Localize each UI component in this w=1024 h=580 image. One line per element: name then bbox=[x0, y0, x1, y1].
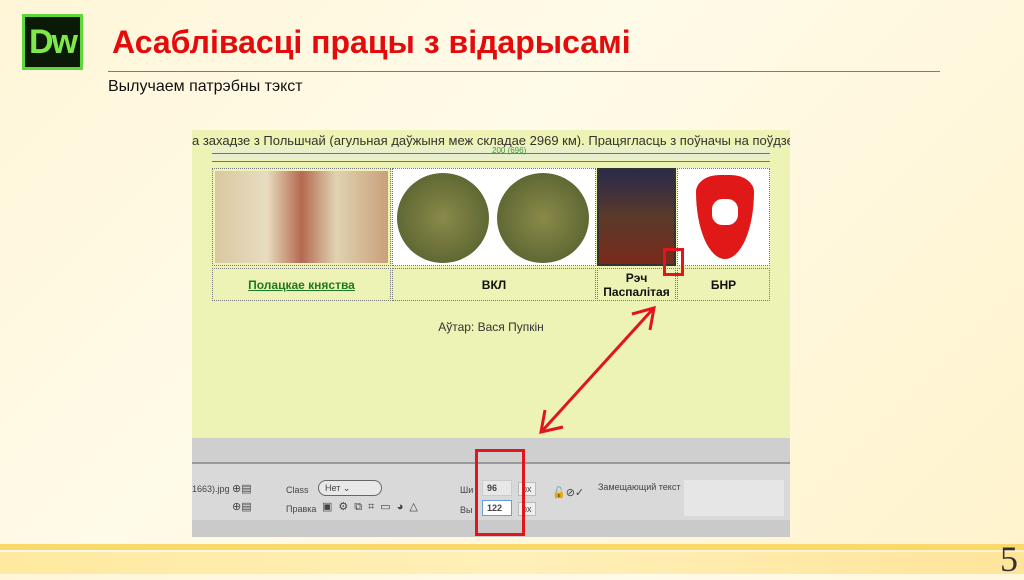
double-arrow-icon bbox=[539, 305, 656, 434]
footer-band bbox=[0, 552, 1024, 574]
footer-stripe bbox=[0, 544, 1024, 550]
